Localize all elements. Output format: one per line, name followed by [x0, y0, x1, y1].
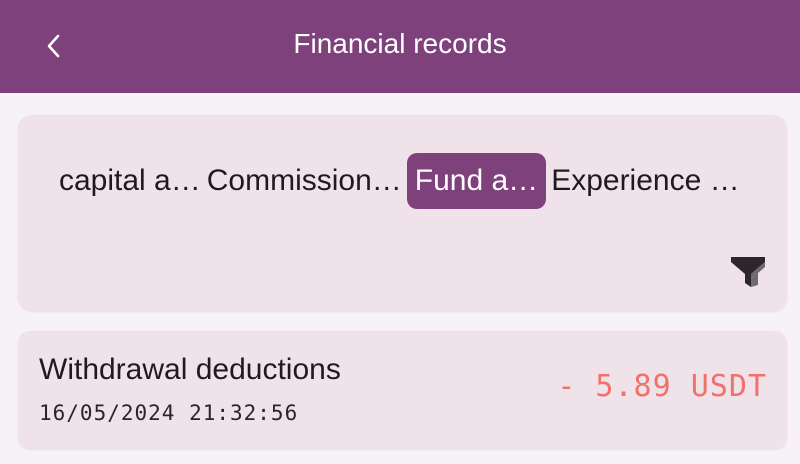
tab-fund[interactable]: Fund a…: [406, 153, 547, 209]
filter-card: capital a… Commission… Fund a… Experienc…: [18, 115, 787, 311]
tab-experience[interactable]: Experience …: [548, 153, 742, 209]
tab-commission[interactable]: Commission…: [204, 153, 405, 209]
category-tabs: capital a… Commission… Fund a… Experienc…: [56, 153, 743, 209]
record-amount: - 5.89 USDT: [557, 369, 767, 404]
page-title: Financial records: [293, 28, 507, 59]
record-timestamp: 16/05/2024 21:32:56: [39, 401, 299, 425]
app-bar: Financial records: [0, 0, 800, 93]
tab-capital[interactable]: capital a…: [56, 153, 204, 209]
funnel-icon[interactable]: [730, 255, 766, 289]
record-type: Withdrawal deductions: [39, 353, 341, 386]
record-item[interactable]: Withdrawal deductions 16/05/2024 21:32:5…: [18, 331, 787, 449]
